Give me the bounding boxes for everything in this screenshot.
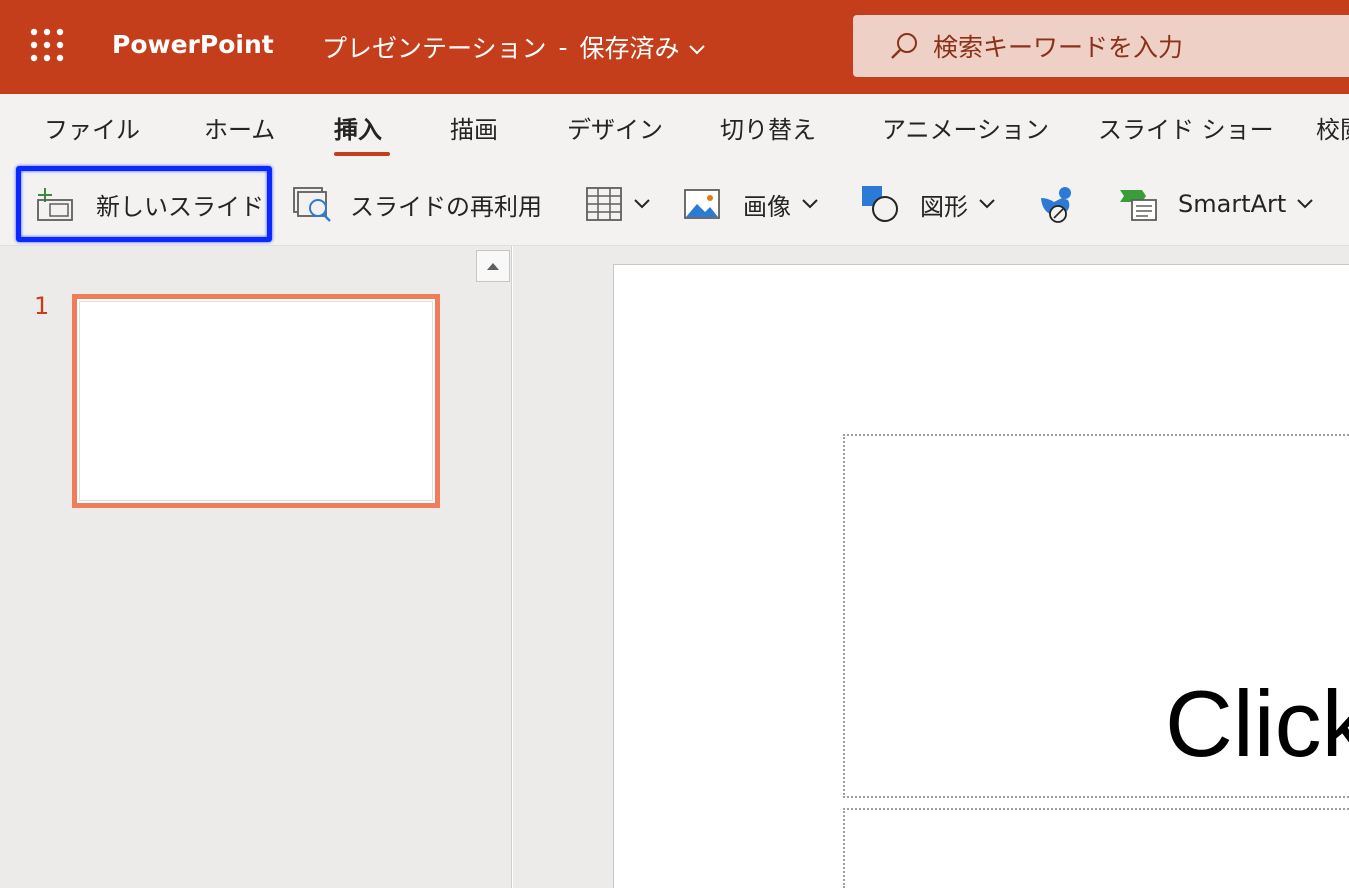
tab-file[interactable]: ファイル	[44, 110, 140, 145]
title-bar: PowerPoint プレゼンテーション - 保存済み 検索キーワードを入力	[0, 0, 1349, 94]
tab-animations[interactable]: アニメーション	[882, 110, 1049, 145]
chevron-down-icon	[688, 33, 706, 62]
icons-icon	[1038, 184, 1078, 224]
new-slide-icon	[34, 186, 76, 222]
icons-button[interactable]	[1038, 184, 1078, 224]
reuse-slide-label: スライドの再利用	[350, 192, 542, 221]
ribbon-tabs: ファイル ホーム 挿入 描画 デザイン 切り替え アニメーション スライド ショ…	[0, 94, 1349, 158]
active-tab-indicator	[334, 152, 390, 156]
tab-draw[interactable]: 描画	[450, 110, 498, 145]
chevron-down-icon	[978, 195, 996, 214]
chevron-down-icon	[633, 195, 651, 214]
shapes-button[interactable]: 図形	[860, 184, 996, 224]
title-placeholder[interactable]: Click	[843, 434, 1349, 798]
tab-review[interactable]: 校閲	[1316, 110, 1349, 145]
search-icon	[889, 31, 919, 61]
slide-thumbnail[interactable]	[72, 294, 440, 508]
new-slide-label: 新しいスライド	[96, 192, 264, 221]
title-separator: -	[558, 32, 568, 62]
search-box[interactable]: 検索キーワードを入力	[853, 15, 1349, 77]
tab-home[interactable]: ホーム	[204, 110, 275, 145]
slide-number: 1	[34, 292, 50, 320]
smartart-button[interactable]: SmartArt	[1118, 184, 1314, 224]
shapes-label: 図形	[920, 192, 968, 221]
chevron-down-icon	[1296, 195, 1314, 214]
tab-transitions[interactable]: 切り替え	[720, 110, 816, 145]
reuse-slide-icon	[292, 184, 334, 224]
image-label: 画像	[743, 192, 791, 221]
reuse-slide-button[interactable]: スライドの再利用	[292, 184, 542, 224]
app-name[interactable]: PowerPoint	[112, 30, 274, 59]
chevron-down-icon	[801, 195, 819, 214]
document-title[interactable]: プレゼンテーション - 保存済み	[322, 29, 706, 65]
tab-insert[interactable]: 挿入	[334, 110, 382, 145]
table-button[interactable]	[585, 184, 651, 224]
slide-thumbnail-preview	[79, 301, 433, 501]
app-launcher-icon[interactable]	[26, 24, 70, 68]
shapes-icon	[860, 184, 900, 224]
table-icon	[585, 186, 623, 222]
search-placeholder: 検索キーワードを入力	[933, 33, 1184, 62]
image-button[interactable]: 画像	[683, 184, 819, 224]
save-status: 保存済み	[579, 34, 680, 63]
scroll-up-button[interactable]	[476, 250, 510, 282]
image-icon	[683, 188, 721, 220]
ribbon-commands: 新しいスライド スライドの再利用 画像 図形 SmartArt	[0, 158, 1349, 246]
title-placeholder-text: Click	[1165, 671, 1349, 776]
document-name: プレゼンテーション	[322, 34, 547, 63]
smartart-label: SmartArt	[1178, 190, 1287, 218]
tab-design[interactable]: デザイン	[567, 110, 663, 145]
triangle-up-icon	[487, 263, 499, 270]
tab-slideshow[interactable]: スライド ショー	[1098, 110, 1274, 145]
subtitle-placeholder[interactable]	[843, 808, 1349, 888]
new-slide-button[interactable]: 新しいスライド	[34, 184, 264, 224]
smartart-icon	[1118, 186, 1158, 222]
